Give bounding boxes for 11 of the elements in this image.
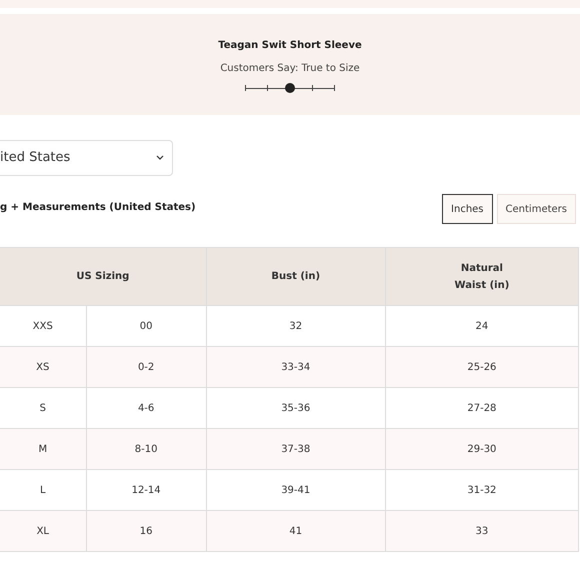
product-title: Teagan Swit Short Sleeve <box>218 39 362 53</box>
chevron-down-icon <box>156 155 164 161</box>
fit-label: Customers Say: True to Size <box>220 62 360 76</box>
section-title: g + Measurements (United States) <box>0 201 196 215</box>
unit-button[interactable]: Inches <box>442 194 493 224</box>
country-select[interactable]: ited States <box>0 140 173 176</box>
unit-button[interactable]: Centimeters <box>496 194 576 224</box>
table-cell: 16 <box>86 510 206 552</box>
table-cell: 41 <box>206 510 386 552</box>
table-cell: XL <box>0 510 86 552</box>
table-cell: 33 <box>385 510 578 552</box>
